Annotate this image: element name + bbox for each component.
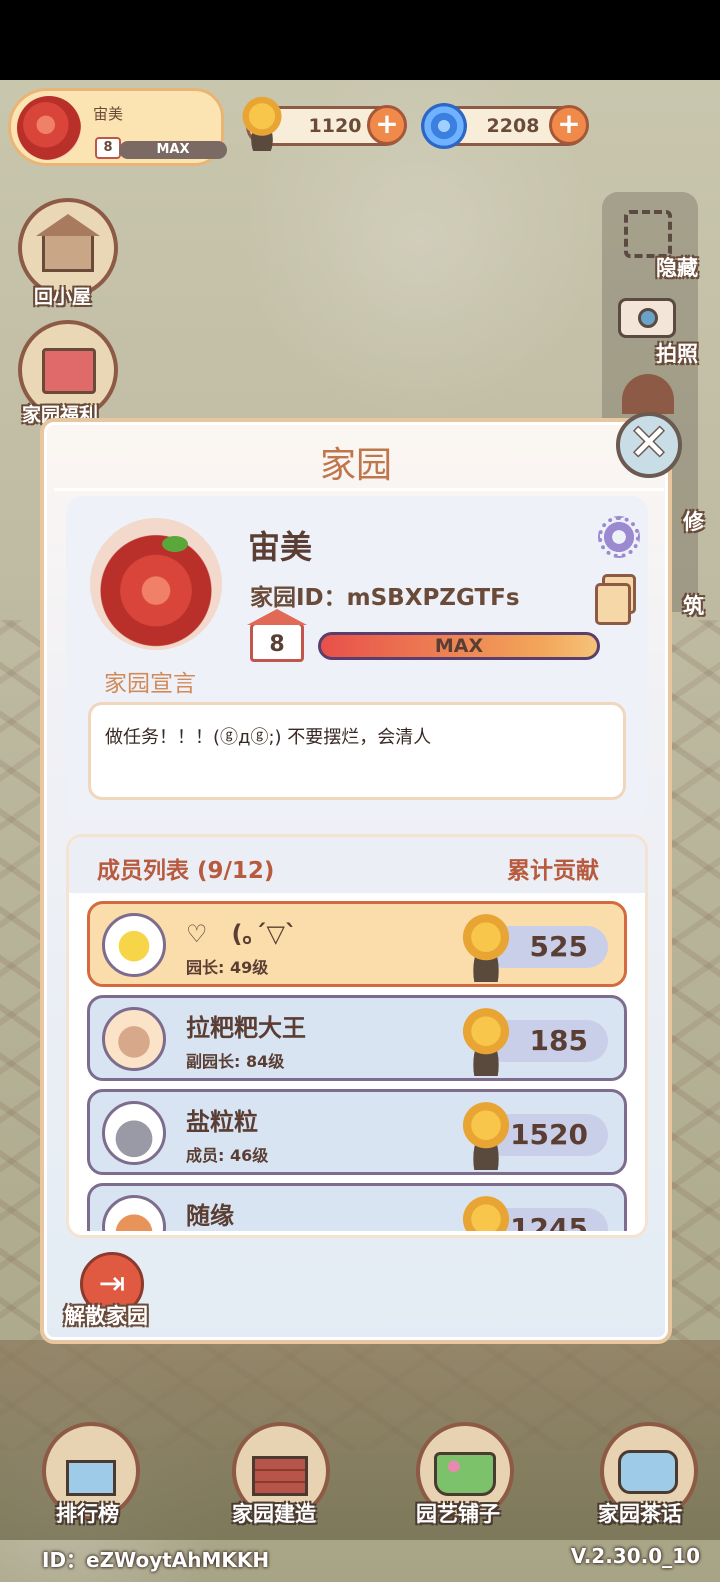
chat-label: 家园茶话	[598, 1502, 682, 1526]
player-id: ID：eZWoytAhMKKH	[42, 1548, 270, 1572]
close-button[interactable]: ✕	[616, 412, 682, 478]
garden-name: 宙美	[248, 528, 313, 566]
swirl-add-button[interactable]: +	[549, 105, 589, 145]
house-icon	[42, 232, 94, 272]
podium-icon	[66, 1460, 116, 1496]
close-icon: ✕	[628, 415, 670, 471]
members-header: 成员列表 (9/12) 累计贡献	[69, 837, 645, 893]
member-row[interactable]: 拉粑粑大王 副园长: 84级 185	[87, 995, 627, 1081]
member-row[interactable]: 盐粒粒 成员: 46级 1520	[87, 1089, 627, 1175]
status-bar-area	[0, 0, 720, 80]
profile-pill[interactable]: 宙美 8 MAX	[8, 88, 227, 166]
rose-avatar-icon	[17, 96, 81, 160]
frame-corners-icon	[624, 210, 672, 258]
member-role: 副园长: 84级	[186, 1052, 285, 1071]
profile-name: 宙美	[93, 105, 124, 123]
repair-label: 修	[683, 510, 704, 534]
camera-lens	[638, 308, 658, 328]
snail-coin-icon	[460, 912, 512, 982]
garden-avatar[interactable]	[90, 518, 222, 650]
members-list[interactable]: ♡ (｡´▽` 园长: 49级 525 拉粑粑大王 副园长: 84级 185 盐…	[87, 901, 631, 1231]
manifesto-text[interactable]: 做任务！！！(ⓖдⓖ;) 不要摆烂，会清人	[88, 702, 626, 800]
swirl-currency-value: 2208	[486, 115, 540, 137]
member-name: ♡ (｡´▽`	[186, 920, 297, 948]
garden-level-bar: MAX	[318, 632, 600, 660]
house-roof-icon	[36, 214, 100, 236]
snail-add-button[interactable]: +	[367, 105, 407, 145]
snail-coin-icon	[460, 1006, 512, 1076]
build-label: 筑	[683, 594, 704, 618]
member-row[interactable]: 随缘 1245	[87, 1183, 627, 1231]
modal-title: 家园	[319, 445, 392, 486]
profile-level-badge: 8	[95, 137, 121, 159]
gift-icon	[42, 348, 96, 394]
snail-coin-icon	[237, 95, 287, 151]
disband-garden-button[interactable]: ⇥ 解散家园	[64, 1252, 164, 1332]
brick-icon	[252, 1456, 308, 1496]
profile-level-bar: MAX	[119, 141, 227, 159]
swirl-gem-icon	[421, 103, 467, 149]
game-version: V.2.30.0_10	[570, 1544, 700, 1568]
snail-coin-icon	[460, 1100, 512, 1170]
member-name: 随缘	[186, 1202, 234, 1230]
member-row[interactable]: ♡ (｡´▽` 园长: 49级 525	[87, 901, 627, 987]
ranking-label: 排行榜	[56, 1502, 119, 1526]
bee-avatar-icon	[102, 913, 166, 977]
member-name: 盐粒粒	[186, 1108, 258, 1136]
snail-coin-icon	[460, 1194, 512, 1231]
build-label: 家园建造	[232, 1502, 316, 1526]
cat-avatar-icon	[102, 1101, 166, 1165]
members-card: 成员列表 (9/12) 累计贡献 ♡ (｡´▽` 园长: 49级 525 拉粑粑…	[66, 834, 648, 1238]
snail-currency-value: 1120	[308, 115, 362, 137]
modal-divider	[54, 488, 664, 491]
member-name: 拉粑粑大王	[186, 1014, 306, 1042]
member-role: 成员: 46级	[186, 1146, 269, 1165]
members-title: 成员列表 (9/12)	[97, 858, 275, 884]
photo-label: 拍照	[656, 342, 698, 366]
members-contrib-label: 累计贡献	[507, 858, 599, 884]
fox-avatar-icon	[102, 1195, 166, 1231]
cabin-label: 回小屋	[34, 286, 92, 308]
snail-currency: 1120 +	[237, 95, 407, 151]
shop-label: 园艺铺子	[416, 1502, 500, 1526]
hide-label: 隐藏	[656, 256, 698, 280]
flower-basket-icon	[434, 1452, 496, 1496]
photo-button[interactable]	[616, 294, 680, 340]
swirl-currency: 2208 +	[421, 103, 589, 149]
copy-icon[interactable]	[595, 574, 636, 625]
disband-label: 解散家园	[64, 1304, 148, 1328]
garden-level-badge: 8	[247, 609, 307, 662]
manifesto-label: 家园宣言	[104, 671, 196, 697]
hamster-avatar-icon	[102, 1007, 166, 1071]
chat-bubble-icon	[618, 1450, 678, 1494]
settings-gear-icon[interactable]	[598, 516, 640, 558]
member-role: 园长: 49级	[186, 958, 269, 977]
garden-id: 家园ID：mSBXPZGTFs	[250, 585, 520, 611]
